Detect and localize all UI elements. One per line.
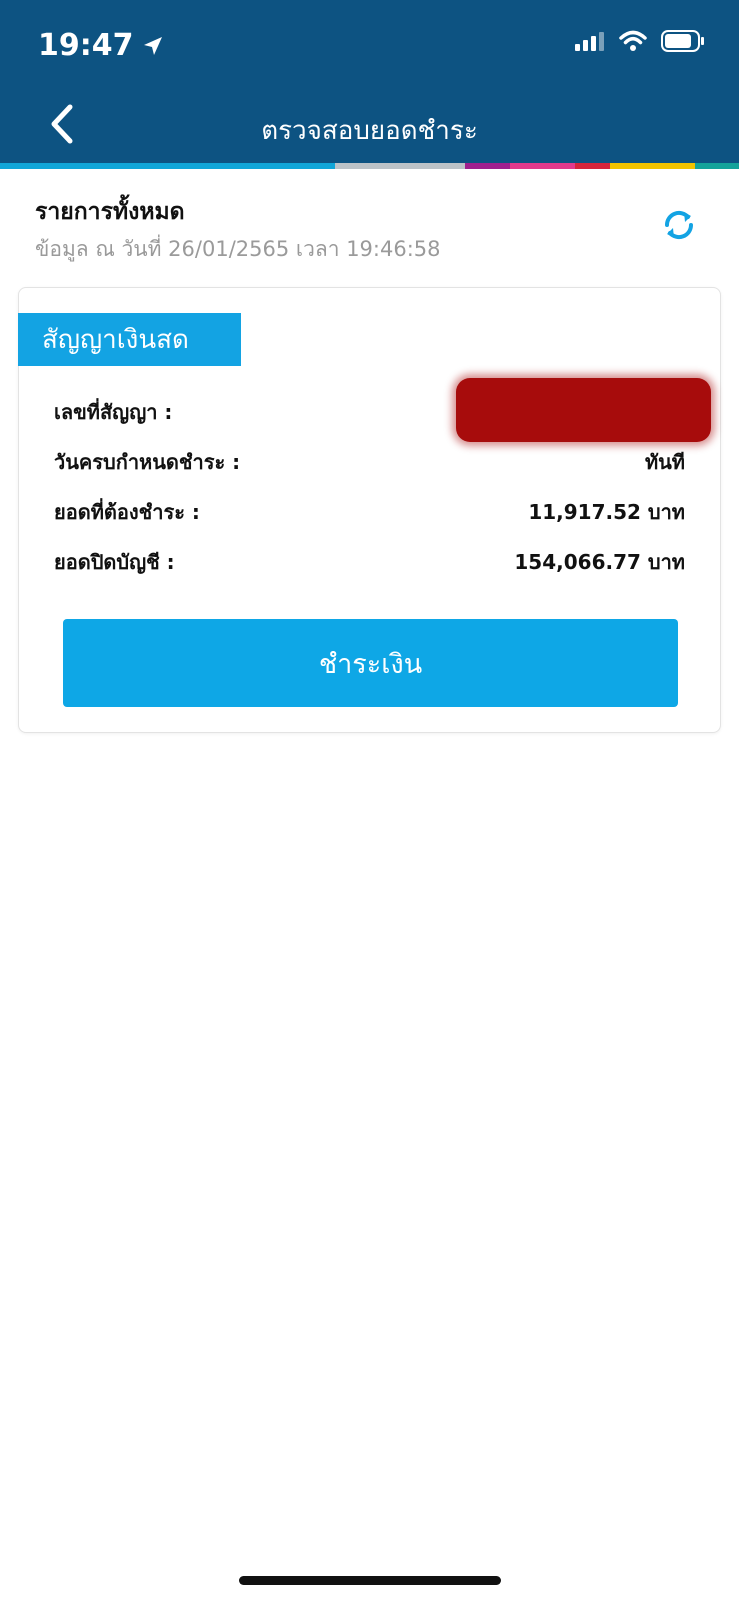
brand-color-stripe — [0, 163, 739, 169]
due-date-value: ทันที — [644, 450, 685, 474]
payoff-amount-row: ยอดปิดบัญชี : 154,066.77 บาท — [54, 546, 685, 578]
refresh-icon[interactable] — [660, 206, 698, 244]
due-date-row: วันครบกำหนดชำระ : ทันที — [54, 446, 685, 478]
redaction-mark — [456, 378, 711, 442]
pay-button[interactable]: ชำระเงิน — [63, 619, 678, 707]
location-arrow-icon — [143, 36, 162, 55]
due-date-label: วันครบกำหนดชำระ : — [54, 450, 241, 474]
payoff-amount-value: 154,066.77 บาท — [514, 550, 685, 574]
amount-due-label: ยอดที่ต้องชำระ : — [54, 500, 200, 524]
contract-type-tag: สัญญาเงินสด — [18, 313, 241, 366]
status-time-group: 19:47 — [38, 28, 164, 63]
app-header: 19:47 ตรวจสอบยอดชำระ — [0, 0, 739, 163]
wifi-icon — [619, 30, 647, 51]
amount-due-value: 11,917.52 บาท — [528, 500, 685, 524]
data-timestamp: ข้อมูล ณ วันที่ 26/01/2565 เวลา 19:46:58 — [35, 237, 441, 261]
home-indicator[interactable] — [239, 1576, 501, 1585]
battery-icon — [661, 30, 704, 52]
summary-title: รายการทั้งหมด — [35, 199, 185, 225]
contract-number-label: เลขที่สัญญา : — [54, 400, 173, 424]
payoff-amount-label: ยอดปิดบัญชี : — [54, 550, 175, 574]
status-time: 19:47 — [38, 28, 134, 63]
page-title: ตรวจสอบยอดชำระ — [261, 116, 478, 146]
amount-due-row: ยอดที่ต้องชำระ : 11,917.52 บาท — [54, 496, 685, 528]
status-icons — [575, 30, 705, 52]
signal-icon — [575, 32, 604, 51]
contract-card: สัญญาเงินสด เลขที่สัญญา : 39 วันครบกำหนด… — [18, 287, 721, 733]
